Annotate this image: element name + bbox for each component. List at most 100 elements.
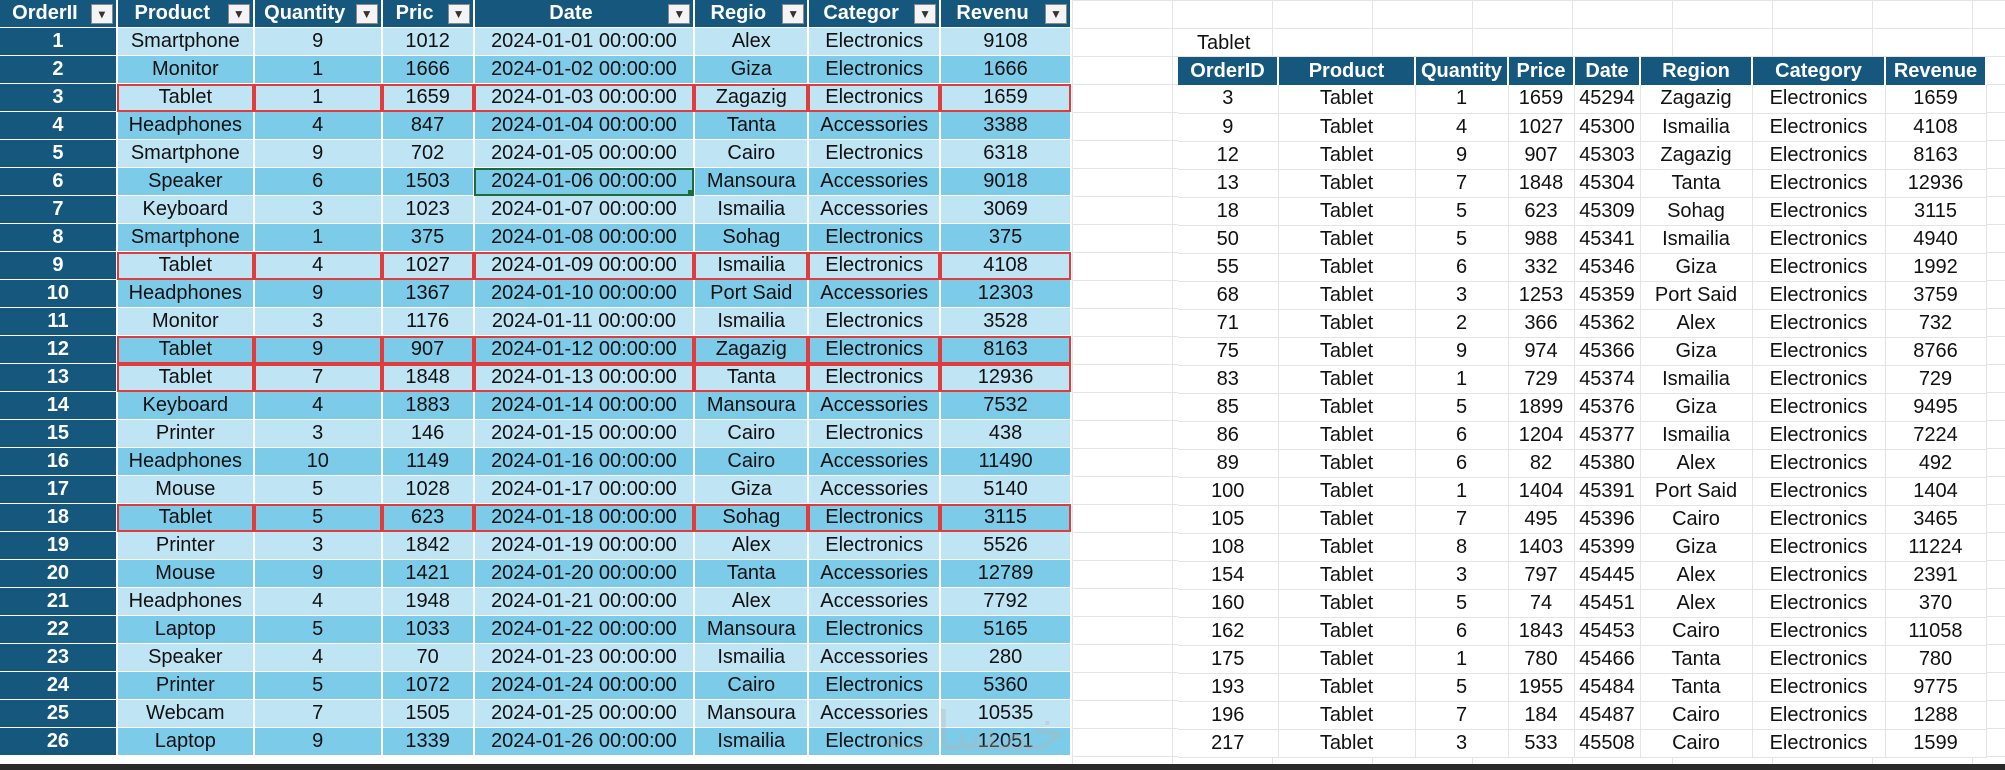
result-cell-price[interactable]: 780 <box>1508 645 1575 674</box>
result-cell-quantity[interactable]: 7 <box>1415 169 1509 198</box>
cell-order-id[interactable]: 20 <box>0 559 118 588</box>
result-cell-quantity[interactable]: 8 <box>1415 533 1509 562</box>
result-cell-category[interactable]: Electronics <box>1752 253 1886 282</box>
cell-region[interactable]: Tanta <box>694 559 810 588</box>
result-cell-revenue[interactable]: 8766 <box>1885 337 1987 366</box>
result-cell-order-id[interactable]: 50 <box>1178 225 1279 254</box>
cell-revenue[interactable]: 10535 <box>940 699 1072 728</box>
cell-category[interactable]: Accessories <box>808 643 942 672</box>
cell-region[interactable]: Cairo <box>694 447 810 476</box>
cell-date[interactable]: 2024-01-15 00:00:00 <box>473 419 696 448</box>
result-cell-price[interactable]: 1253 <box>1508 281 1575 310</box>
cell-revenue[interactable]: 9018 <box>940 167 1072 196</box>
result-cell-revenue[interactable]: 370 <box>1885 589 1987 618</box>
cell-product[interactable]: Smartphone <box>116 27 255 56</box>
result-cell-date[interactable]: 45445 <box>1574 561 1641 590</box>
result-cell-price[interactable]: 1027 <box>1508 113 1575 142</box>
cell-revenue[interactable]: 6318 <box>940 139 1072 168</box>
cell-quantity[interactable]: 9 <box>253 727 383 756</box>
result-cell-product[interactable]: Tablet <box>1278 505 1416 534</box>
cell-date[interactable]: 2024-01-01 00:00:00 <box>473 27 696 56</box>
cell-date[interactable]: 2024-01-12 00:00:00 <box>473 335 696 364</box>
cell-revenue[interactable]: 3115 <box>940 503 1072 532</box>
cell-revenue[interactable]: 375 <box>940 223 1072 252</box>
result-cell-order-id[interactable]: 86 <box>1178 421 1279 450</box>
result-header-order-id[interactable]: OrderID <box>1178 57 1279 85</box>
result-cell-order-id[interactable]: 162 <box>1178 617 1279 646</box>
cell-category[interactable]: Accessories <box>808 699 942 728</box>
result-header-quantity[interactable]: Quantity <box>1415 57 1509 85</box>
result-cell-product[interactable]: Tablet <box>1278 617 1416 646</box>
cell-product[interactable]: Tablet <box>116 503 255 532</box>
result-cell-region[interactable]: Tanta <box>1640 673 1753 702</box>
result-cell-region[interactable]: Cairo <box>1640 617 1753 646</box>
result-cell-date[interactable]: 45376 <box>1574 393 1641 422</box>
result-cell-order-id[interactable]: 217 <box>1178 729 1279 758</box>
cell-quantity[interactable]: 4 <box>253 391 383 420</box>
cell-quantity[interactable]: 3 <box>253 419 383 448</box>
result-cell-product[interactable]: Tablet <box>1278 477 1416 506</box>
result-cell-date[interactable]: 45341 <box>1574 225 1641 254</box>
result-cell-price[interactable]: 495 <box>1508 505 1575 534</box>
result-cell-product[interactable]: Tablet <box>1278 225 1416 254</box>
cell-order-id[interactable]: 13 <box>0 363 118 392</box>
cell-region[interactable]: Cairo <box>694 671 810 700</box>
cell-product[interactable]: Monitor <box>116 55 255 84</box>
cell-region[interactable]: Ismailia <box>694 307 810 336</box>
cell-quantity[interactable]: 4 <box>253 587 383 616</box>
cell-quantity[interactable]: 3 <box>253 307 383 336</box>
result-cell-quantity[interactable]: 4 <box>1415 113 1509 142</box>
result-cell-date[interactable]: 45487 <box>1574 701 1641 730</box>
result-cell-category[interactable]: Electronics <box>1752 729 1886 758</box>
result-cell-quantity[interactable]: 7 <box>1415 505 1509 534</box>
cell-quantity[interactable]: 5 <box>253 671 383 700</box>
column-header-product[interactable]: Product ▼ <box>116 0 255 28</box>
cell-category[interactable]: Electronics <box>808 307 942 336</box>
cell-price[interactable]: 1149 <box>381 447 475 476</box>
cell-quantity[interactable]: 1 <box>253 83 383 112</box>
cell-order-id[interactable]: 21 <box>0 587 118 616</box>
filter-dropdown-icon[interactable]: ▼ <box>355 4 378 24</box>
cell-revenue[interactable]: 3388 <box>940 111 1072 140</box>
cell-region[interactable]: Giza <box>694 475 810 504</box>
result-cell-date[interactable]: 45309 <box>1574 197 1641 226</box>
cell-category[interactable]: Accessories <box>808 475 942 504</box>
cell-order-id[interactable]: 19 <box>0 531 118 560</box>
result-cell-quantity[interactable]: 5 <box>1415 225 1509 254</box>
cell-order-id[interactable]: 24 <box>0 671 118 700</box>
result-cell-order-id[interactable]: 55 <box>1178 253 1279 282</box>
cell-region[interactable]: Cairo <box>694 419 810 448</box>
cell-product[interactable]: Printer <box>116 531 255 560</box>
result-cell-region[interactable]: Ismailia <box>1640 421 1753 450</box>
cell-region[interactable]: Ismailia <box>694 195 810 224</box>
cell-price[interactable]: 1339 <box>381 727 475 756</box>
result-cell-price[interactable]: 623 <box>1508 197 1575 226</box>
cell-price[interactable]: 375 <box>381 223 475 252</box>
result-header-price[interactable]: Price <box>1508 57 1575 85</box>
cell-region[interactable]: Cairo <box>694 139 810 168</box>
cell-region[interactable]: Tanta <box>694 111 810 140</box>
result-header-date[interactable]: Date <box>1574 57 1641 85</box>
cell-category[interactable]: Accessories <box>808 447 942 476</box>
cell-price[interactable]: 1948 <box>381 587 475 616</box>
cell-product[interactable]: Speaker <box>116 167 255 196</box>
result-cell-revenue[interactable]: 4940 <box>1885 225 1987 254</box>
cell-price[interactable]: 1666 <box>381 55 475 84</box>
result-cell-revenue[interactable]: 11058 <box>1885 617 1987 646</box>
result-cell-date[interactable]: 45508 <box>1574 729 1641 758</box>
cell-price[interactable]: 1659 <box>381 83 475 112</box>
result-cell-order-id[interactable]: 9 <box>1178 113 1279 142</box>
cell-category[interactable]: Electronics <box>808 251 942 280</box>
cell-order-id[interactable]: 14 <box>0 391 118 420</box>
cell-product[interactable]: Mouse <box>116 475 255 504</box>
result-cell-order-id[interactable]: 3 <box>1178 85 1279 114</box>
result-cell-product[interactable]: Tablet <box>1278 197 1416 226</box>
cell-quantity[interactable]: 10 <box>253 447 383 476</box>
cell-revenue[interactable]: 12789 <box>940 559 1072 588</box>
result-cell-product[interactable]: Tablet <box>1278 253 1416 282</box>
result-cell-price[interactable]: 1404 <box>1508 477 1575 506</box>
cell-product[interactable]: Tablet <box>116 251 255 280</box>
cell-category[interactable]: Electronics <box>808 27 942 56</box>
cell-date[interactable]: 2024-01-22 00:00:00 <box>473 615 696 644</box>
cell-region[interactable]: Port Said <box>694 279 810 308</box>
